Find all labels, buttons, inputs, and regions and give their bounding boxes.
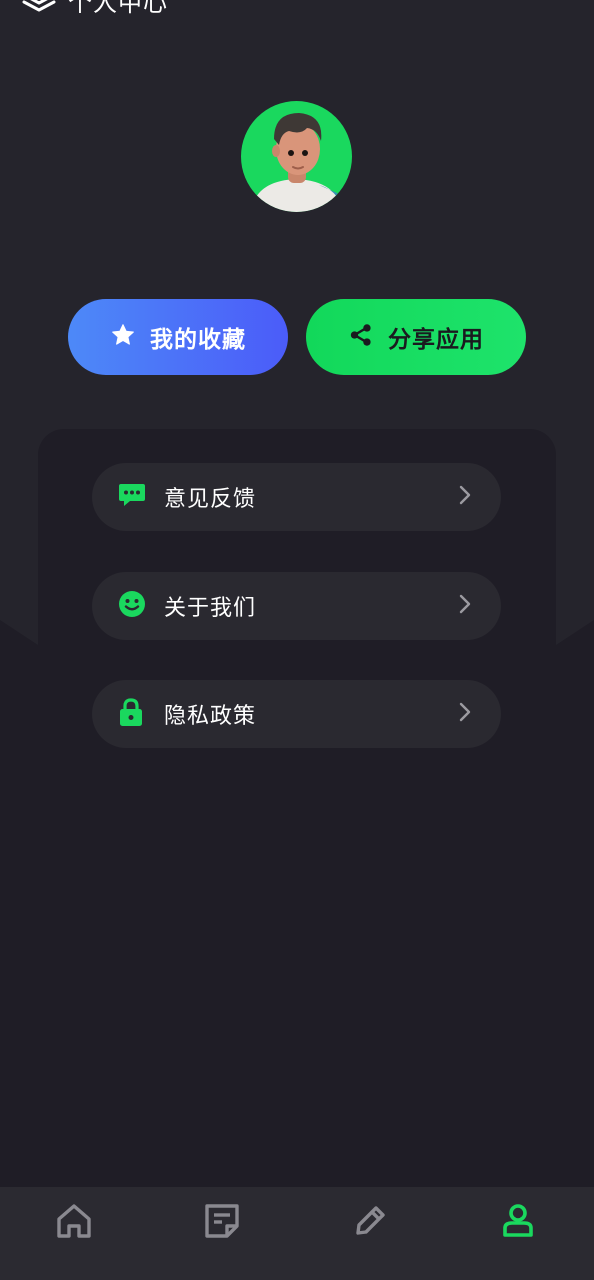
chevron-right-icon [459,594,471,618]
background-corner-left [0,620,38,645]
menu-item-label: 隐私政策 [164,704,257,729]
avatar[interactable] [241,101,352,212]
menu-item-privacy[interactable]: 隐私政策 [92,680,501,748]
share-icon [348,322,374,352]
note-icon [202,1201,242,1241]
layers-icon [22,0,56,15]
share-app-label: 分享应用 [388,327,484,353]
menu-item-label: 关于我们 [164,596,257,621]
menu-item-feedback[interactable]: 意见反馈 [92,463,501,531]
star-icon [110,322,136,352]
tab-edit[interactable] [350,1201,390,1241]
user-icon [498,1201,538,1241]
share-app-button[interactable]: 分享应用 [306,299,526,375]
tab-home[interactable] [54,1201,94,1241]
page-header: 个人中心 [22,0,168,17]
favorites-button[interactable]: 我的收藏 [68,299,288,375]
menu-item-label: 意见反馈 [164,487,257,512]
home-icon [54,1201,94,1241]
tab-profile[interactable] [498,1201,538,1241]
chevron-right-icon [459,702,471,726]
background-corner-right [556,620,594,645]
favorites-label: 我的收藏 [150,327,246,353]
chevron-right-icon [459,485,471,509]
pencil-icon [350,1201,390,1241]
page-title: 个人中心 [68,0,168,17]
lock-icon [118,697,144,731]
menu-item-about[interactable]: 关于我们 [92,572,501,640]
bottom-tab-bar [0,1187,594,1280]
feedback-icon [118,482,146,512]
smile-icon [118,590,146,622]
tab-notes[interactable] [202,1201,242,1241]
